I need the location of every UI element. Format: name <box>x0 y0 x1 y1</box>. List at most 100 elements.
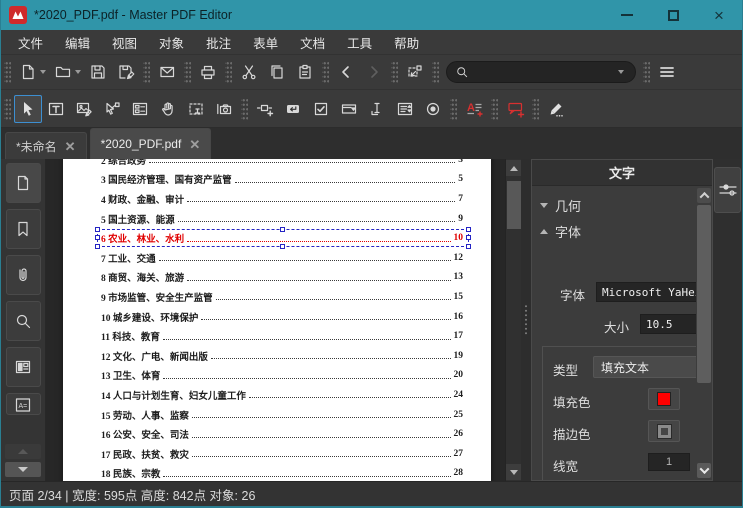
close-button[interactable]: × <box>696 0 742 30</box>
selection-handle[interactable] <box>95 227 100 233</box>
new-document-dropdown-icon[interactable] <box>40 70 46 74</box>
toc-entry[interactable]: 17 民政、扶贫、救灾 27 <box>101 444 463 464</box>
panel-scrollbar-thumb[interactable] <box>697 205 711 383</box>
edit-image-tool-button[interactable] <box>70 95 98 123</box>
stroke-color-button[interactable] <box>648 420 680 442</box>
toolbar-grip[interactable] <box>532 96 539 121</box>
edit-path-tool-button[interactable] <box>98 95 126 123</box>
geometry-section-header[interactable]: 几何 <box>540 196 581 215</box>
print-button[interactable] <box>194 58 222 86</box>
form-textfield-tool[interactable] <box>363 95 391 123</box>
panel-scroll-up-button[interactable] <box>697 188 711 203</box>
toc-entry[interactable]: 13 卫生、体育 20 <box>101 366 463 386</box>
maximize-button[interactable] <box>650 0 696 30</box>
selection-handle[interactable] <box>466 243 471 249</box>
paste-button[interactable] <box>291 58 319 86</box>
toc-entry-selected[interactable]: 6 农业、林业、水利 10 <box>95 227 471 249</box>
toc-entry[interactable]: 10 城乡建设、环境保护 16 <box>101 307 463 327</box>
toc-entry[interactable]: 2 综合政务 3 <box>101 159 463 170</box>
panel-splitter[interactable] <box>521 159 531 481</box>
pdf-page[interactable]: 2 综合政务 3 3 国民经济管理、国有资产监管 5 4 财政、金融、审计 7 5 国土资源… <box>63 159 491 481</box>
cut-button[interactable] <box>235 58 263 86</box>
font-section-header[interactable]: 字体 <box>540 222 581 241</box>
scrollbar-thumb[interactable] <box>507 181 521 229</box>
save-as-button[interactable] <box>112 58 140 86</box>
select-text-area-button[interactable] <box>182 95 210 123</box>
attachments-panel-button[interactable] <box>5 255 41 295</box>
toolbar-grip[interactable] <box>391 60 398 84</box>
toc-entry[interactable]: 12 文化、广电、新闻出版 19 <box>101 346 463 366</box>
toc-entry[interactable]: 4 财政、金融、审计 7 <box>101 189 463 209</box>
selection-handle[interactable] <box>95 243 100 249</box>
minimize-button[interactable] <box>604 0 650 30</box>
menu-tools[interactable]: 工具 <box>336 30 383 54</box>
menu-annotate[interactable]: 批注 <box>195 30 242 54</box>
hand-tool-button[interactable] <box>154 95 182 123</box>
toc-entry[interactable]: 18 民族、宗教 28 <box>101 464 463 482</box>
tab-close-icon[interactable]: ✕ <box>65 140 76 153</box>
panel-scrollbar[interactable] <box>696 186 712 480</box>
tab-untitled[interactable]: *未命名 ✕ <box>5 132 87 159</box>
form-button-tool[interactable] <box>279 95 307 123</box>
toc-entry[interactable]: 9 市场监管、安全生产监管 15 <box>101 287 463 307</box>
toolbar-grip[interactable] <box>225 60 232 84</box>
selection-handle[interactable] <box>466 227 471 233</box>
layers-panel-button[interactable] <box>5 347 41 387</box>
toolbar-grip[interactable] <box>4 60 11 84</box>
menu-help[interactable]: 帮助 <box>383 30 430 54</box>
sidebar-scroll-down-button[interactable] <box>5 462 41 477</box>
document-view[interactable]: 2 综合政务 3 3 国民经济管理、国有资产监管 5 4 财政、金融、审计 7 5 国土资源… <box>46 159 521 481</box>
open-button[interactable] <box>49 58 77 86</box>
fit-selection-button[interactable] <box>401 58 429 86</box>
menu-object[interactable]: 对象 <box>148 30 195 54</box>
toc-entry[interactable]: 5 国土资源、能源 9 <box>101 209 463 229</box>
menu-view[interactable]: 视图 <box>101 30 148 54</box>
document-scrollbar[interactable] <box>505 159 521 481</box>
add-link-button[interactable] <box>251 95 279 123</box>
toolbar-grip[interactable] <box>241 96 248 121</box>
menu-forms[interactable]: 表单 <box>242 30 289 54</box>
new-document-button[interactable] <box>14 58 42 86</box>
edit-text-tool-button[interactable] <box>42 95 70 123</box>
snapshot-tool-button[interactable] <box>210 95 238 123</box>
save-button[interactable] <box>84 58 112 86</box>
panel-scroll-down-button[interactable] <box>697 463 711 478</box>
edit-forms-tool-button[interactable] <box>126 95 154 123</box>
toc-entry[interactable]: 3 国民经济管理、国有资产监管 5 <box>101 170 463 190</box>
selection-handle[interactable] <box>280 227 285 233</box>
form-fields-panel-button[interactable]: A= <box>5 393 41 415</box>
toc-entry[interactable]: 8 商贸、海关、旅游 13 <box>101 268 463 288</box>
tab-2020-pdf[interactable]: *2020_PDF.pdf ✕ <box>89 128 212 159</box>
email-button[interactable] <box>153 58 181 86</box>
toolbar-grip[interactable] <box>184 60 191 84</box>
toolbar-grip[interactable] <box>322 60 329 84</box>
toolbar-grip[interactable] <box>143 60 150 84</box>
search-dropdown-icon[interactable] <box>618 70 624 74</box>
selection-handle[interactable] <box>466 235 471 241</box>
bookmarks-panel-button[interactable] <box>5 209 41 249</box>
form-combobox-tool[interactable] <box>335 95 363 123</box>
selection-handle[interactable] <box>95 235 100 241</box>
sidebar-scroll-up-button[interactable] <box>5 444 41 459</box>
toolbar-grip[interactable] <box>450 96 457 121</box>
toolbar-grip[interactable] <box>432 60 439 84</box>
copy-button[interactable] <box>263 58 291 86</box>
toolbar-grip[interactable] <box>491 96 498 121</box>
pencil-tool-button[interactable] <box>542 95 570 123</box>
previous-view-button[interactable] <box>332 58 360 86</box>
add-text-annotation-button[interactable]: A <box>460 95 488 123</box>
overflow-menu-button[interactable] <box>653 58 681 86</box>
add-callout-button[interactable] <box>501 95 529 123</box>
toolbar-grip[interactable] <box>4 96 11 121</box>
toc-entry[interactable]: 14 人口与计划生育、妇女儿童工作 24 <box>101 385 463 405</box>
scroll-down-button[interactable] <box>506 464 521 480</box>
line-width-field[interactable]: 1 <box>648 453 690 471</box>
menu-file[interactable]: 文件 <box>7 30 54 54</box>
search-box[interactable] <box>446 61 636 83</box>
open-dropdown-icon[interactable] <box>75 70 81 74</box>
object-properties-tab[interactable] <box>714 167 741 213</box>
font-name-field[interactable]: Microsoft YaHei <box>596 282 708 302</box>
menu-edit[interactable]: 编辑 <box>54 30 101 54</box>
toc-entry[interactable]: 15 劳动、人事、监察 25 <box>101 405 463 425</box>
tab-close-icon[interactable]: ✕ <box>189 138 200 151</box>
